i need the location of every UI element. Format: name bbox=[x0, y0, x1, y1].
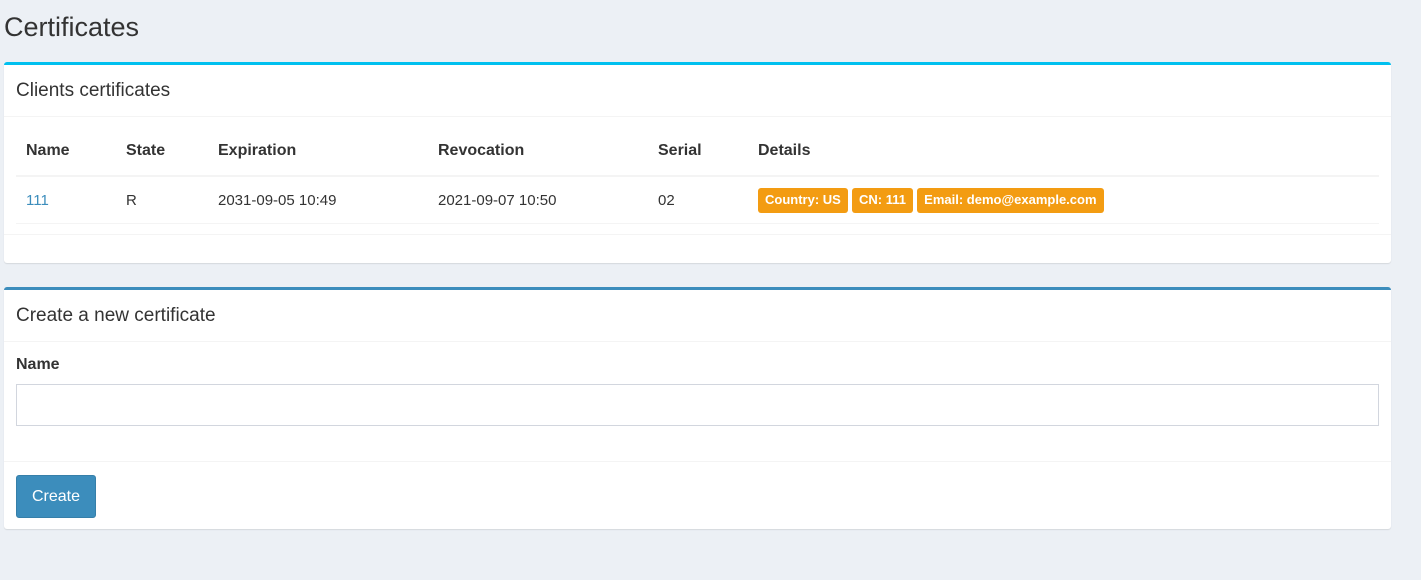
table-header-row: Name State Expiration Revocation Serial … bbox=[16, 127, 1379, 177]
column-header-details: Details bbox=[748, 127, 1379, 177]
column-header-revocation: Revocation bbox=[428, 127, 648, 177]
name-input[interactable] bbox=[16, 384, 1379, 426]
column-header-name: Name bbox=[16, 127, 116, 177]
create-certificate-box: Create a new certificate Name Create bbox=[4, 287, 1391, 529]
clients-certificates-box: Clients certificates Name State Expirati… bbox=[4, 62, 1391, 263]
cell-revocation: 2021-09-07 10:50 bbox=[428, 176, 648, 224]
box-footer: Create bbox=[4, 462, 1391, 531]
column-header-state: State bbox=[116, 127, 208, 177]
box-title: Clients certificates bbox=[16, 79, 171, 101]
cell-name[interactable]: 111 bbox=[16, 176, 116, 224]
detail-badge-country: Country: US bbox=[758, 187, 848, 213]
column-header-serial: Serial bbox=[648, 127, 748, 177]
box-header: Create a new certificate bbox=[4, 290, 1391, 342]
cell-state: R bbox=[116, 176, 208, 224]
detail-badge-email: Email: demo@example.com bbox=[917, 187, 1104, 213]
table-row: 111 R 2031-09-05 10:49 2021-09-07 10:50 … bbox=[16, 176, 1379, 224]
page-title: Certificates bbox=[4, 12, 140, 42]
name-field-label: Name bbox=[16, 356, 60, 373]
certificates-table: Name State Expiration Revocation Serial … bbox=[16, 127, 1379, 224]
create-certificate-form: Name bbox=[4, 342, 1391, 462]
box-header: Clients certificates bbox=[4, 65, 1391, 117]
column-header-expiration: Expiration bbox=[208, 127, 428, 177]
cell-expiration: 2031-09-05 10:49 bbox=[208, 176, 428, 224]
create-button[interactable]: Create bbox=[16, 475, 96, 518]
certificates-table-container: Name State Expiration Revocation Serial … bbox=[4, 117, 1391, 235]
box-title: Create a new certificate bbox=[16, 304, 216, 326]
cell-serial: 02 bbox=[648, 176, 748, 224]
certificate-name-link[interactable]: 111 bbox=[26, 192, 49, 209]
detail-badge-cn: CN: 111 bbox=[852, 187, 913, 213]
cell-details: Country: US CN: 111 Email: demo@example.… bbox=[748, 176, 1379, 224]
